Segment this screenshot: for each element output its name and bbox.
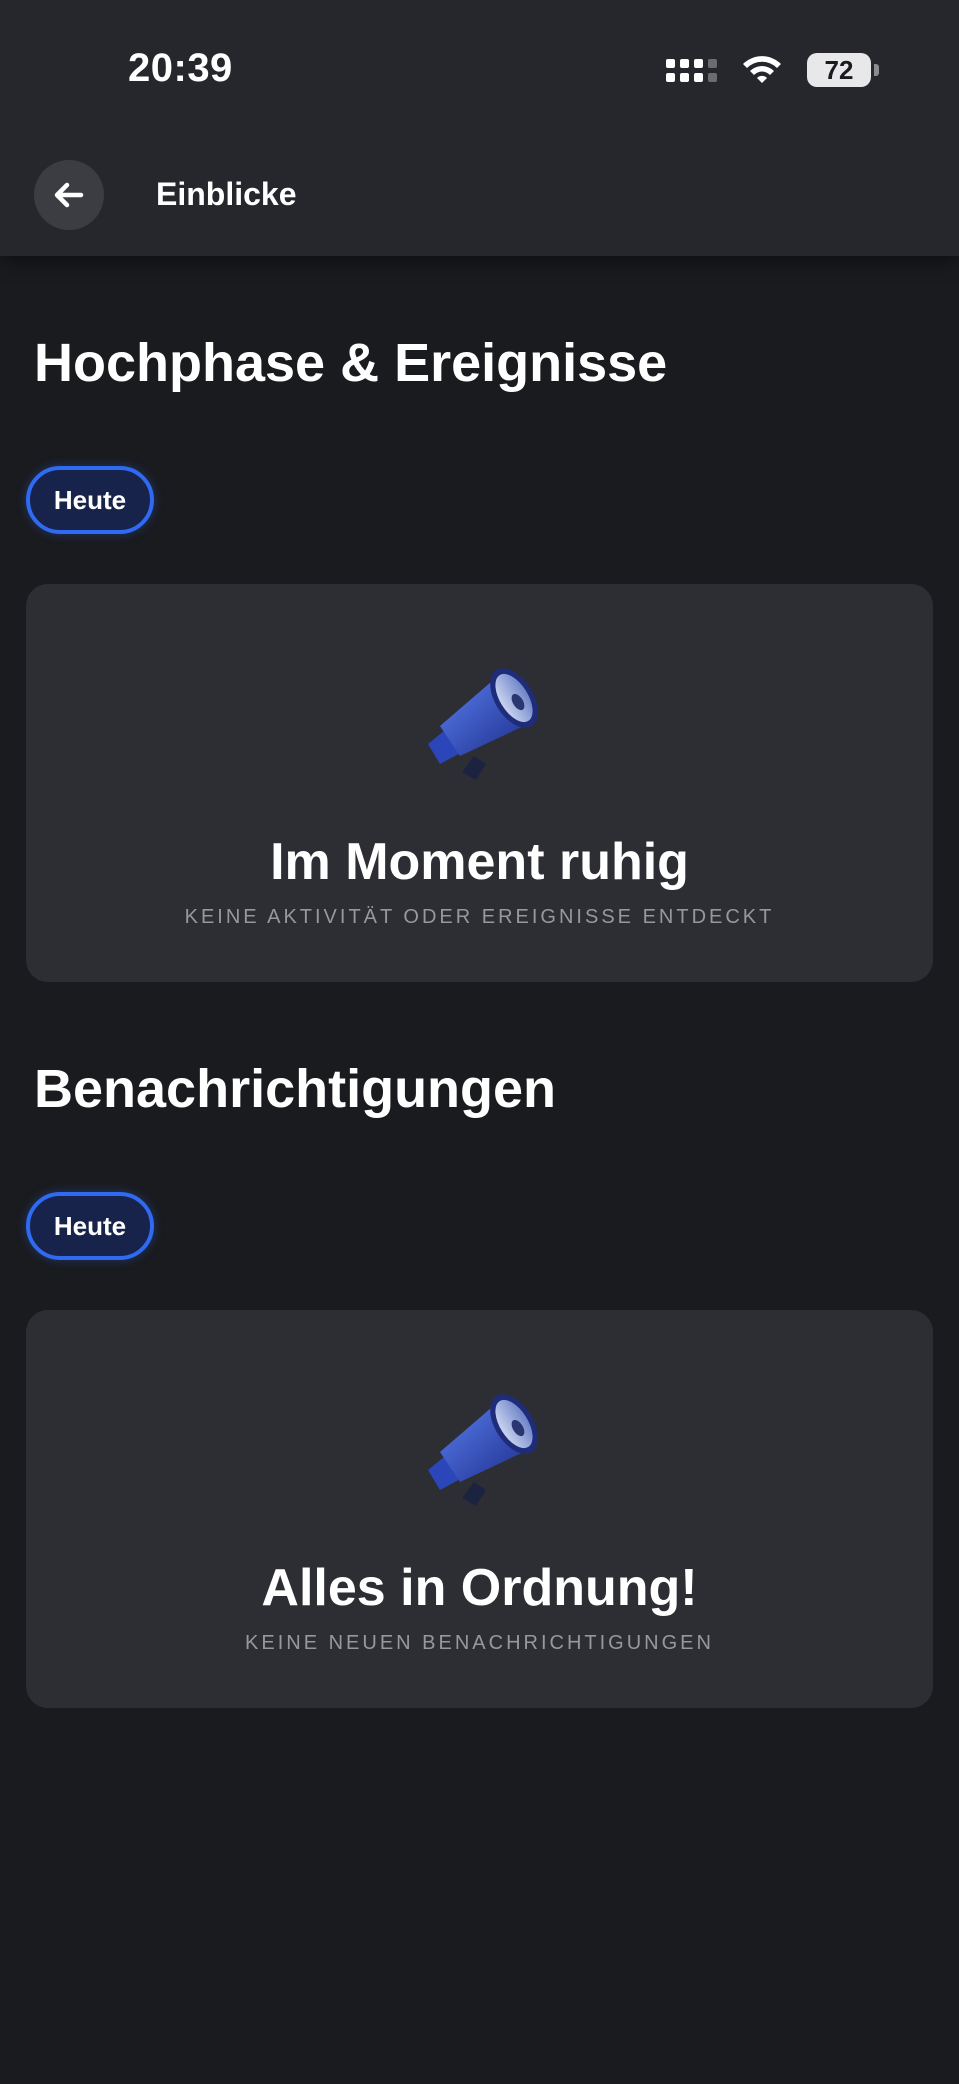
back-button[interactable] [34, 160, 104, 230]
megaphone-icon [428, 668, 538, 780]
empty-state-card-events: Im Moment ruhig KEINE AKTIVITÄT ODER ERE… [26, 584, 933, 982]
empty-state-card-notifications: Alles in Ordnung! KEINE NEUEN BENACHRICH… [26, 1310, 933, 1708]
section-title-events: Hochphase & Ereignisse [34, 333, 668, 393]
wifi-icon [743, 56, 781, 83]
megaphone-icon [428, 1394, 538, 1506]
empty-state-subtitle: KEINE AKTIVITÄT ODER EREIGNISSE ENTDECKT [184, 906, 775, 928]
filter-chip-today[interactable]: Heute [26, 466, 154, 534]
page-title: Einblicke [156, 176, 297, 212]
filter-chip-today[interactable]: Heute [26, 1192, 154, 1260]
cellular-signal-icon [666, 58, 717, 82]
status-time: 20:39 [128, 46, 233, 90]
arrow-left-icon [54, 182, 84, 208]
status-icons: 72 [666, 50, 879, 90]
empty-state-title: Im Moment ruhig [270, 833, 689, 891]
top-bar: 20:39 72 Einblicke [0, 0, 959, 256]
empty-state-title: Alles in Ordnung! [261, 1559, 698, 1617]
section-title-notifications: Benachrichtigungen [34, 1059, 557, 1119]
battery-indicator: 72 [807, 53, 879, 87]
empty-state-subtitle: KEINE NEUEN BENACHRICHTIGUNGEN [245, 1632, 714, 1654]
